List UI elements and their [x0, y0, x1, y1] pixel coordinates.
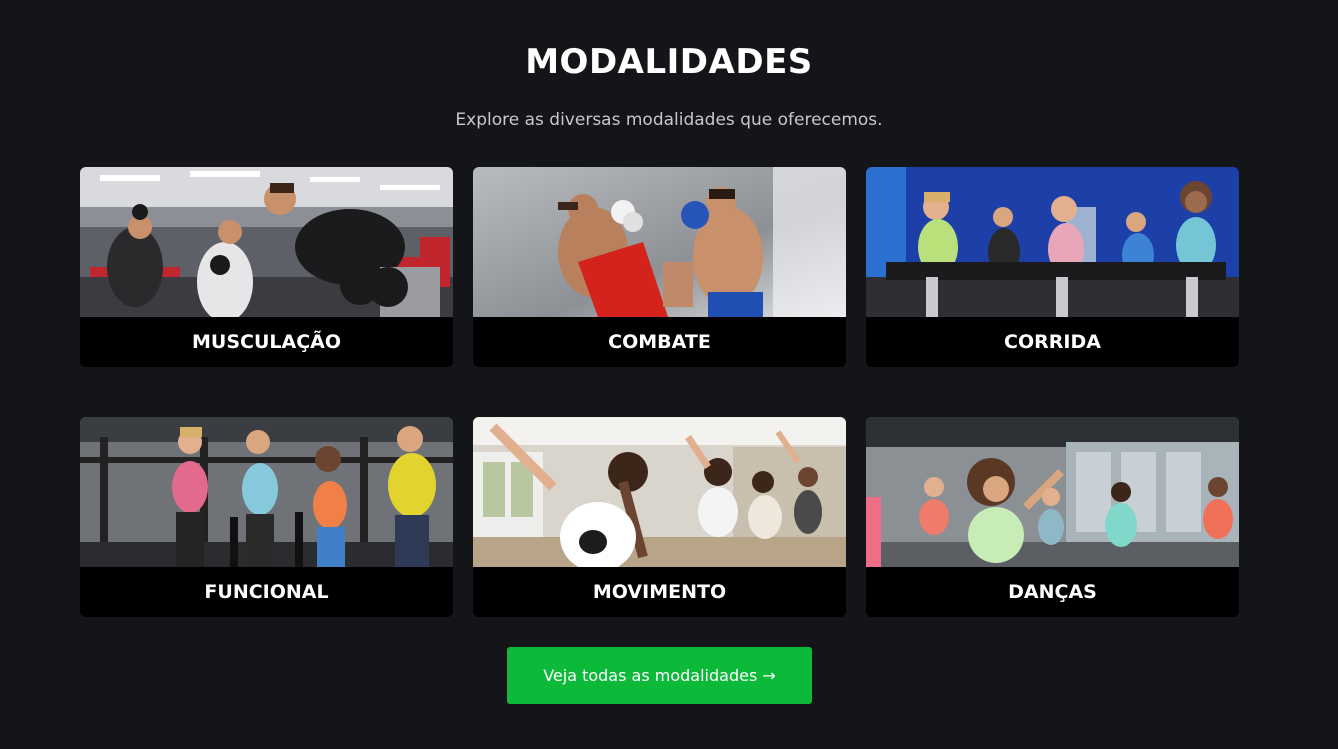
card-funcional[interactable]: FUNCIONAL: [80, 417, 453, 617]
spinning-class-photo: [866, 167, 1239, 317]
dance-class-photo: [866, 417, 1239, 567]
card-dancas[interactable]: DANÇAS: [866, 417, 1239, 617]
gym-weights-photo: [80, 167, 453, 317]
card-movimento[interactable]: MOVIMENTO: [473, 417, 846, 617]
see-all-modalities-button[interactable]: Veja todas as modalidades →: [507, 647, 812, 704]
modalidades-section: MODALIDADES Explore as diversas modalida…: [0, 0, 1338, 749]
card-combate[interactable]: COMBATE: [473, 167, 846, 367]
section-subtitle: Explore as diversas modalidades que ofer…: [455, 110, 883, 130]
card-label: COMBATE: [473, 317, 846, 367]
card-label: DANÇAS: [866, 567, 1239, 617]
card-label: MUSCULAÇÃO: [80, 317, 453, 367]
kickboxing-photo: [473, 167, 846, 317]
dance-movement-photo: [473, 417, 846, 567]
functional-training-photo: [80, 417, 453, 567]
card-label: CORRIDA: [866, 317, 1239, 367]
card-label: FUNCIONAL: [80, 567, 453, 617]
card-corrida[interactable]: CORRIDA: [866, 167, 1239, 367]
section-title: MODALIDADES: [525, 42, 813, 82]
card-musculacao[interactable]: MUSCULAÇÃO: [80, 167, 453, 367]
card-label: MOVIMENTO: [473, 567, 846, 617]
